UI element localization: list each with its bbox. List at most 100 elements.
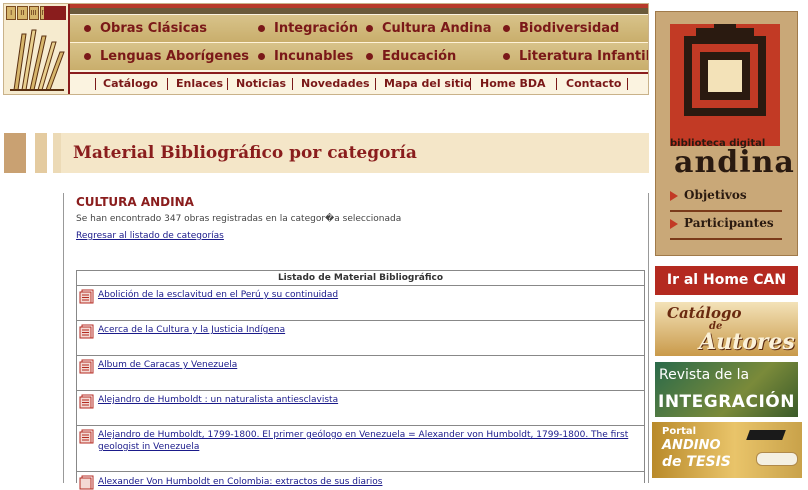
revista-label: Revista de la [659, 367, 750, 383]
objetivos-button[interactable]: Objetivos [670, 188, 782, 212]
content-border-right [648, 193, 649, 483]
category-label: Incunables [274, 49, 354, 64]
book-link[interactable]: Acerca de la Cultura y la Justicia Indíg… [98, 324, 638, 336]
nav-contacto[interactable]: Contacto [566, 77, 621, 90]
bda-banner[interactable]: biblioteca digital andina Objetivos Part… [655, 11, 798, 256]
nav-separator [470, 78, 471, 90]
title-band-gap [26, 133, 35, 173]
site-logo[interactable]: I II III IV [4, 4, 70, 94]
book-link[interactable]: Album de Caracas y Venezuela [98, 359, 638, 371]
graduation-cap-icon [746, 430, 786, 440]
document-icon[interactable] [79, 394, 94, 409]
nav-home-bda[interactable]: Home BDA [480, 77, 546, 90]
document-icon[interactable] [79, 429, 94, 444]
category-label: Cultura Andina [382, 21, 492, 36]
category-label: Lenguas Aborígenes [100, 49, 250, 64]
book-link[interactable]: Alejandro de Humboldt : un naturalista a… [98, 394, 638, 406]
category-lenguas-aborigenes[interactable]: Lenguas Aborígenes [84, 43, 249, 70]
category-label: Biodiversidad [519, 21, 620, 36]
book-link[interactable]: Abolición de la esclavitud en el Perú y … [98, 289, 638, 301]
results-count: Se han encontrado 347 obras registradas … [76, 214, 402, 224]
category-label: Literatura Infantil [519, 49, 649, 64]
category-label: Obras Clásicas [100, 21, 207, 36]
diploma-icon [756, 452, 798, 466]
portal-label: Portal [662, 426, 697, 437]
logo-book-2: II [17, 6, 28, 20]
content-border-left [63, 193, 64, 483]
logo-book-1: I [6, 6, 17, 20]
nav-novedades[interactable]: Novedades [301, 77, 370, 90]
bullet-dot-icon [366, 53, 373, 60]
bullet-dot-icon [84, 25, 91, 32]
home-can-button[interactable]: Ir al Home CAN [655, 266, 798, 295]
nav-separator [292, 78, 293, 90]
nav-separator [95, 78, 96, 90]
category-cultura-andina[interactable]: Cultura Andina [366, 15, 492, 42]
bullet-dot-icon [366, 25, 373, 32]
title-band-stripe [53, 133, 61, 173]
site-header: I II III IV Obras Clásicas Integración [3, 3, 649, 95]
title-band-stripe [4, 133, 26, 173]
document-icon[interactable] [79, 324, 94, 339]
table-header: Listado de Material Bibliográfico [76, 270, 645, 286]
bda-title: andina [674, 145, 795, 180]
nav-noticias[interactable]: Noticias [236, 77, 286, 90]
table-row: Abolición de la esclavitud en el Perú y … [76, 286, 645, 321]
category-label: Integración [274, 21, 358, 36]
nav-separator [375, 78, 376, 90]
nav-mapa-del-sitio[interactable]: Mapa del sitio [384, 77, 471, 90]
title-band-stripe [35, 133, 47, 173]
catalogo-label: Catálogo [667, 304, 742, 322]
participantes-button[interactable]: Participantes [670, 216, 782, 240]
category-literatura-infantil[interactable]: Literatura Infantil [503, 43, 649, 70]
triangle-arrow-icon [670, 218, 678, 229]
bookshelf-logo-icon [8, 22, 66, 92]
bullet-dot-icon [258, 53, 265, 60]
category-incunables[interactable]: Incunables [258, 43, 353, 70]
bda-logo [670, 24, 780, 146]
nav-separator [556, 78, 557, 90]
objetivos-label: Objetivos [684, 188, 747, 202]
category-row-2: Lenguas Aborígenes Incunables Educación … [70, 43, 649, 70]
logo-book-3: III [28, 6, 39, 20]
bullet-dot-icon [258, 25, 265, 32]
table-row: Alejandro de Humboldt, 1799-1800. El pri… [76, 426, 645, 472]
top-nav: Catálogo Enlaces Noticias Novedades Mapa… [70, 72, 648, 94]
bullet-dot-icon [503, 53, 510, 60]
back-to-categories-link[interactable]: Regresar al listado de categorías [76, 231, 224, 241]
table-row: Album de Caracas y Venezuela [76, 356, 645, 391]
header-top-accent [70, 4, 648, 8]
category-row-1: Obras Clásicas Integración Cultura Andin… [70, 15, 648, 43]
category-obras-clasicas[interactable]: Obras Clásicas [84, 15, 207, 42]
bullet-dot-icon [84, 53, 91, 60]
portal-tesis-banner[interactable]: Portal ANDINO de TESIS [652, 422, 802, 478]
triangle-arrow-icon [670, 190, 678, 201]
participantes-label: Participantes [684, 216, 774, 230]
category-biodiversidad[interactable]: Biodiversidad [503, 15, 619, 42]
section-title: CULTURA ANDINA [76, 195, 194, 209]
document-icon[interactable] [79, 289, 94, 304]
nav-separator [227, 78, 228, 90]
category-educacion[interactable]: Educación [366, 43, 456, 70]
book-link[interactable]: Alejandro de Humboldt, 1799-1800. El pri… [98, 429, 638, 453]
tesis-label: de TESIS [662, 454, 731, 470]
bullet-dot-icon [503, 25, 510, 32]
bda-emblem-icon [684, 24, 766, 116]
category-label: Educación [382, 49, 457, 64]
integracion-label: INTEGRACIÓN [658, 392, 795, 412]
revista-integracion-banner[interactable]: Revista de la INTEGRACIÓN [655, 362, 798, 417]
logo-red-bar [44, 6, 66, 20]
table-row: Alejandro de Humboldt : un naturalista a… [76, 391, 645, 426]
catalogo-autores-banner[interactable]: Catálogo de Autores [655, 302, 798, 356]
andino-label: ANDINO [662, 438, 721, 453]
document-icon[interactable] [79, 359, 94, 374]
table-row: Acerca de la Cultura y la Justicia Indíg… [76, 321, 645, 356]
category-integracion[interactable]: Integración [258, 15, 358, 42]
book-link[interactable]: Alexander Von Humboldt en Colombia: extr… [98, 476, 638, 488]
nav-separator [167, 78, 168, 90]
nav-enlaces[interactable]: Enlaces [176, 77, 223, 90]
table-row: Alexander Von Humboldt en Colombia: extr… [76, 472, 645, 490]
catalogo-autores-label: Autores [699, 329, 795, 355]
nav-catalogo[interactable]: Catálogo [103, 77, 158, 90]
nav-separator [627, 78, 628, 90]
